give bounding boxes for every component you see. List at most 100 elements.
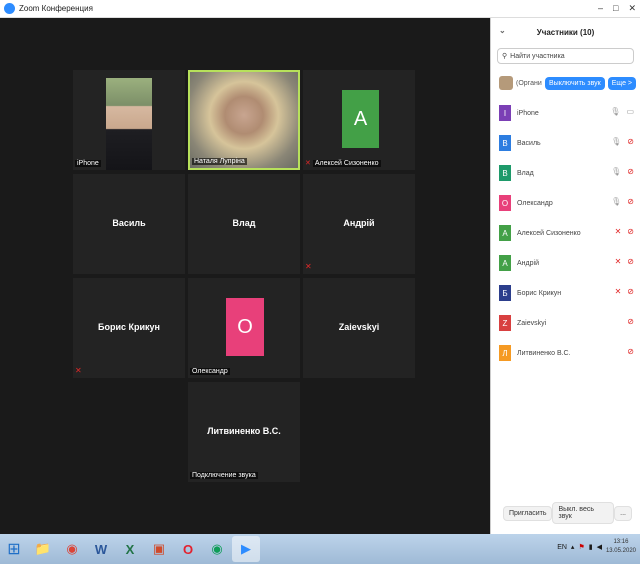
participant-video — [106, 78, 152, 170]
system-tray: EN ▴ ⚑ ▮ ◀ 13:16 13.05.2020 — [557, 538, 636, 556]
avatar: А — [499, 255, 511, 271]
participant-name: Влад — [232, 218, 256, 228]
video-tile-andrii[interactable]: Андрій ✕ — [303, 174, 415, 274]
avatar: В — [499, 165, 511, 181]
mic-icon[interactable]: 🎙 — [611, 137, 621, 146]
mic-muted-icon[interactable]: ✕ — [615, 287, 622, 296]
video-tile-lytvynenko[interactable]: Литвиненко В.С. Подключение звука — [188, 382, 300, 482]
start-button[interactable]: ⊞ — [0, 535, 28, 563]
camera-off-icon[interactable]: ⊘ — [627, 257, 634, 266]
video-tile-iphone[interactable]: iPhone — [73, 70, 185, 170]
camera-off-icon[interactable]: ⊘ — [627, 287, 634, 296]
camera-off-icon[interactable]: ⊘ — [627, 197, 634, 206]
chrome-icon[interactable]: ◉ — [58, 536, 86, 562]
participant-list: I iPhone 🎙 ▭ В Василь 🎙 ⊘ В Влад 🎙 ⊘ О Олек… — [491, 98, 640, 368]
list-item[interactable]: А Алексей Сизоненко ✕ ⊘ — [491, 218, 640, 248]
avatar: О — [226, 298, 264, 356]
network-icon[interactable]: ▮ — [589, 543, 593, 551]
avatar: Л — [499, 345, 511, 361]
participant-name: Борис Крикун — [98, 322, 160, 332]
list-item[interactable]: Л Литвиненко В.С. ⊘ — [491, 338, 640, 368]
video-tile-zaievskyi[interactable]: Zaievskyi — [303, 278, 415, 378]
tile-caption: Наталя Лупріна — [192, 158, 247, 165]
folder-icon[interactable]: 📁 — [29, 536, 57, 562]
mic-muted-icon[interactable]: ✕ — [615, 257, 622, 266]
tile-caption: iPhone — [75, 160, 101, 167]
avatar: I — [499, 105, 511, 121]
invite-button[interactable]: Пригласить — [503, 505, 553, 521]
mute-all-button[interactable]: Выкл. весь звук — [552, 502, 615, 524]
opera-icon[interactable]: O — [174, 536, 202, 562]
list-item[interactable]: В Влад 🎙 ⊘ — [491, 158, 640, 188]
video-tile-aleksey[interactable]: А ✕ Алексей Сизоненко — [303, 70, 415, 170]
camera-off-icon[interactable]: ⊘ — [627, 347, 634, 356]
video-tile-borys[interactable]: Борис Крикун ✕ — [73, 278, 185, 378]
title-bar: Zoom Конференция – □ ✕ — [0, 0, 640, 18]
pdf-icon[interactable]: ▣ — [145, 536, 173, 562]
chevron-down-icon[interactable]: ⌄ — [499, 26, 506, 35]
participant-name: Zaievskyi — [517, 319, 547, 327]
tray-arrow-icon[interactable]: ▴ — [571, 543, 575, 551]
avatar — [499, 76, 513, 90]
mic-icon[interactable]: 🎙 — [611, 197, 621, 206]
search-icon: ⚲ — [502, 53, 508, 60]
zoom-app-icon — [4, 3, 15, 14]
host-row: (Органи Выключить звук Еще > — [491, 68, 640, 98]
list-item[interactable]: В Василь 🎙 ⊘ — [491, 128, 640, 158]
maximize-button[interactable]: □ — [613, 3, 618, 14]
tile-caption: Олександр — [190, 368, 230, 375]
zoom-icon[interactable]: ▶ — [232, 536, 260, 562]
mic-icon[interactable]: 🎙 — [610, 107, 620, 116]
list-item[interactable]: I iPhone 🎙 ▭ — [491, 98, 640, 128]
avatar: О — [499, 195, 511, 211]
list-item[interactable]: О Олександр 🎙 ⊘ — [491, 188, 640, 218]
participant-name: Литвиненко В.С. — [517, 349, 571, 357]
tile-caption: Алексей Сизоненко — [312, 159, 381, 167]
more-button[interactable]: Еще > — [607, 76, 636, 90]
participant-name: Алексей Сизоненко — [517, 229, 581, 237]
search-input[interactable]: ⚲ Найти участника — [497, 48, 634, 64]
camera-off-icon[interactable]: ⊘ — [627, 317, 634, 326]
participant-name: Андрій — [517, 259, 539, 267]
list-item[interactable]: Z Zaievskyi ⊘ — [491, 308, 640, 338]
minimize-button[interactable]: – — [598, 3, 603, 14]
avatar: Z — [499, 315, 511, 331]
panel-footer: Пригласить Выкл. весь звук ... — [491, 502, 640, 524]
word-icon[interactable]: W — [87, 536, 115, 562]
avatar: В — [499, 135, 511, 151]
flag-icon[interactable]: ⚑ — [578, 543, 584, 551]
avatar: Б — [499, 285, 511, 301]
excel-icon[interactable]: X — [116, 536, 144, 562]
window-controls: – □ ✕ — [598, 3, 636, 14]
participant-name: Литвиненко В.С. — [207, 426, 281, 436]
volume-icon[interactable]: ◀ — [597, 543, 602, 551]
participant-name: Влад — [517, 169, 534, 177]
video-tile-vasyl[interactable]: Василь — [73, 174, 185, 274]
language-indicator[interactable]: EN — [557, 544, 567, 551]
list-item[interactable]: А Андрій ✕ ⊘ — [491, 248, 640, 278]
video-gallery: iPhone Наталя Лупріна А ✕ Алексей Сизонен… — [0, 18, 490, 534]
window-title: Zoom Конференция — [19, 4, 93, 13]
camera-off-icon[interactable]: ⊘ — [627, 167, 634, 176]
video-tile-natalia[interactable]: Наталя Лупріна — [188, 70, 300, 170]
participant-name: Олександр — [517, 199, 553, 207]
video-tile-oleksandr[interactable]: О Олександр — [188, 278, 300, 378]
close-button[interactable]: ✕ — [628, 3, 636, 14]
list-item[interactable]: Б Борис Крикун ✕ ⊘ — [491, 278, 640, 308]
camera-icon[interactable]: ▭ — [626, 107, 634, 116]
camera-off-icon[interactable]: ⊘ — [627, 137, 634, 146]
host-name: (Органи — [516, 79, 542, 87]
camera-off-icon[interactable]: ⊘ — [627, 227, 634, 236]
participant-name: iPhone — [517, 109, 539, 117]
chrome-icon-2[interactable]: ◉ — [203, 536, 231, 562]
more-options-button[interactable]: ... — [614, 505, 632, 521]
participant-video — [190, 72, 298, 168]
mic-icon[interactable]: 🎙 — [611, 167, 621, 176]
video-tile-vlad[interactable]: Влад — [188, 174, 300, 274]
mic-muted-icon: ✕ — [305, 160, 311, 167]
tile-caption: Подключение звука — [190, 472, 258, 479]
participants-panel: ⌄ Участники (10) ⚲ Найти участника (Орга… — [490, 18, 640, 534]
mic-muted-icon[interactable]: ✕ — [615, 227, 622, 236]
mute-button[interactable]: Выключить звук — [545, 76, 605, 90]
clock[interactable]: 13:16 13.05.2020 — [606, 538, 636, 556]
